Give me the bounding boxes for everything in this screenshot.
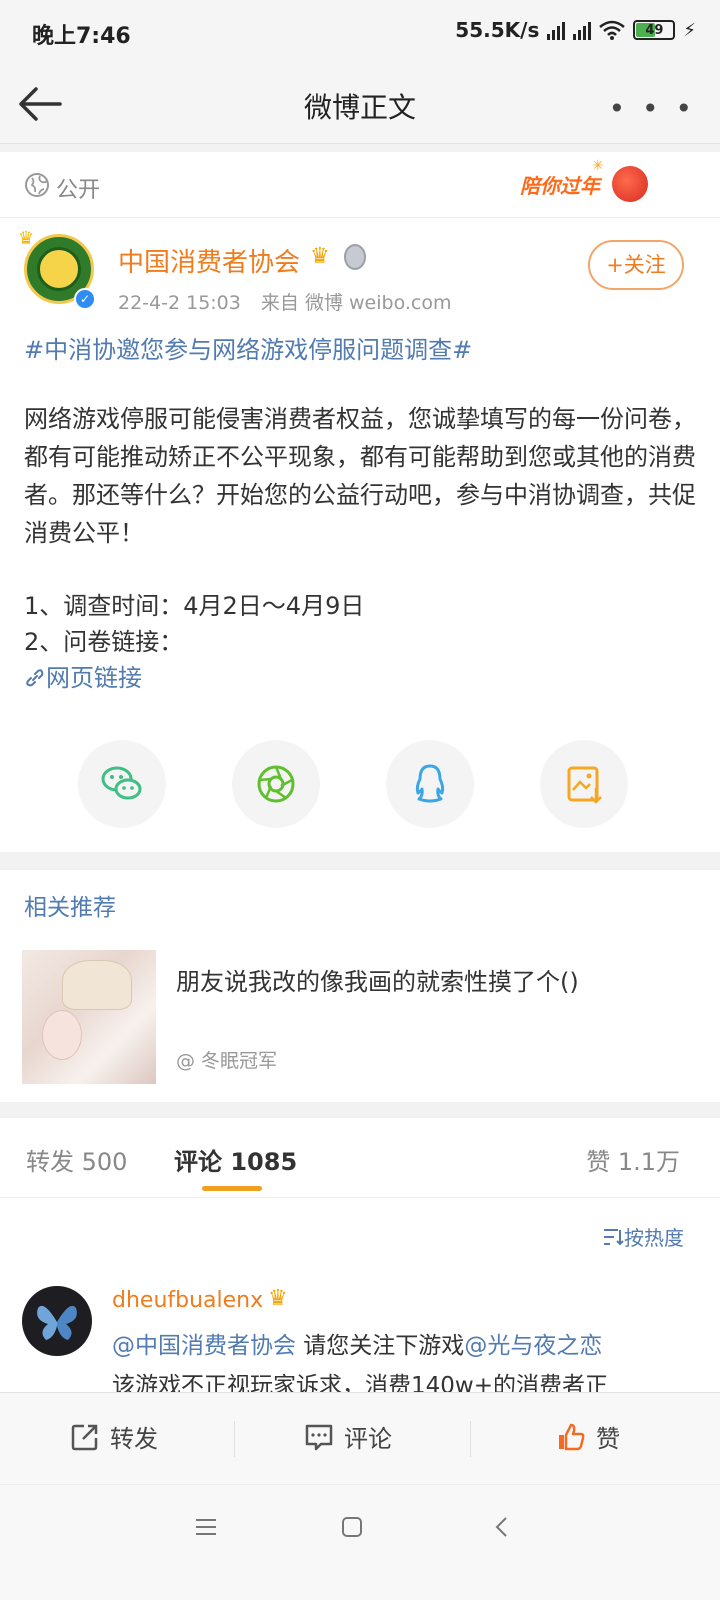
system-nav-bar [0,1484,720,1600]
globe-icon [25,173,49,197]
signal-icon [547,20,566,40]
comment-text: @中国消费者协会 请您关注下游戏@光与夜之恋 该游戏不正视玩家诉求，消费140w… [112,1333,608,1399]
sort-icon [604,1229,624,1246]
back-icon[interactable] [490,1515,514,1539]
qq-icon [415,764,445,803]
share-moments-button[interactable] [232,740,320,828]
comment-icon [305,1424,333,1450]
thumbs-up-icon [559,1423,585,1450]
topic-hashtag[interactable]: #中消协邀您参与网络游戏停服问题调查# [24,330,472,365]
wifi-icon [599,20,626,40]
sort-button[interactable]: 按热度 [602,1222,684,1251]
comment-mention[interactable]: @中国消费者协会 [112,1333,296,1359]
vip-crown-icon: ♛ [268,1286,288,1311]
follow-button[interactable]: +关注 [588,240,684,290]
related-section: 相关推荐 朋友说我改的像我画的就索性摸了个() @ 冬眠冠军 [0,870,720,1102]
post-body: 网络游戏停服可能侵害消费者权益，您诚挚填写的每一份问卷，都有可能推动矫正不公平现… [24,405,696,547]
link-icon [26,669,44,687]
divider [0,144,720,152]
crown-icon: ♛ [18,228,35,249]
more-options-icon[interactable]: • • • [609,92,696,125]
battery-icon: 49 [633,20,676,40]
related-item-author[interactable]: @ 冬眠冠军 [176,1046,277,1073]
share-qq-button[interactable] [386,740,474,828]
post-tabs: 转发 500 评论 1085 赞 1.1万 [0,1118,720,1198]
divider [0,852,720,870]
repost-icon [71,1424,98,1450]
post-header: ♛ ✓ 中国消费者协会 ♛ 22-4-2 15:03 来自 微博 weibo.c… [0,218,720,318]
bottom-action-bar: 转发 评论 赞 [0,1392,720,1484]
verified-badge-icon: ✓ [74,288,96,310]
charging-icon: ⚡ [683,19,696,41]
share-wechat-button[interactable] [78,740,166,828]
app-bar: 微博正文 • • • [0,64,720,144]
firework-icon: ✳ [592,158,604,174]
related-thumbnail[interactable] [22,950,156,1084]
medal-icon[interactable] [344,244,366,270]
net-speed: 55.5K/s [455,18,540,42]
repost-button[interactable]: 转发 [70,1419,158,1454]
tab-like[interactable]: 赞 1.1万 [586,1142,680,1177]
survey-time: 1、调查时间：4月2日～4月9日 [24,592,365,620]
post-meta: 22-4-2 15:03 来自 微博 weibo.com [118,288,451,315]
active-tab-indicator [202,1186,262,1191]
web-link-label: 网页链接 [46,664,142,692]
status-icons: 55.5K/s 49 ⚡ [455,18,696,42]
related-item-text[interactable]: 朋友说我改的像我画的就索性摸了个() [176,964,676,1000]
survey-link-label: 2、问卷链接： [24,628,184,656]
save-image-icon [567,766,602,804]
web-link[interactable]: 网页链接 [24,658,142,693]
signal-hd-icon [573,20,592,40]
new-year-banner[interactable]: 陪你过年 ✳ [520,158,656,206]
commenter-name[interactable]: dheufbualenx [112,1288,263,1313]
comment-item: dheufbualenx ♛ @中国消费者协会 请您关注下游戏@光与夜之恋 该游… [0,1270,720,1400]
butterfly-icon [37,1305,77,1340]
wechat-icon [101,766,142,800]
menu-icon[interactable] [194,1515,218,1539]
tab-repost[interactable]: 转发 500 [26,1142,127,1177]
lantern-icon [612,166,648,202]
related-title: 相关推荐 [24,895,116,921]
comment-button[interactable]: 评论 [304,1419,392,1454]
save-image-button[interactable] [540,740,628,828]
status-bar: 晚上7:46 55.5K/s 49 ⚡ [0,0,720,64]
author-name[interactable]: 中国消费者协会 [118,242,300,279]
tab-comment[interactable]: 评论 1085 [174,1142,297,1177]
share-row [0,720,720,850]
moments-icon [257,765,295,803]
visibility-label: 公开 [56,178,101,203]
post-source: 来自 微博 weibo.com [260,292,452,314]
comment-mention[interactable]: @光与夜之恋 [464,1333,602,1359]
sort-label: 按热度 [624,1226,684,1250]
divider [0,1102,720,1118]
home-icon[interactable] [340,1515,364,1539]
post-timestamp: 22-4-2 15:03 [118,292,241,314]
vip-crown-icon[interactable]: ♛ [310,244,330,269]
like-button[interactable]: 赞 [556,1419,620,1454]
commenter-avatar[interactable] [22,1286,92,1356]
visibility-row: 公开 陪你过年 ✳ [0,152,720,218]
status-time: 晚上7:46 [32,24,131,49]
